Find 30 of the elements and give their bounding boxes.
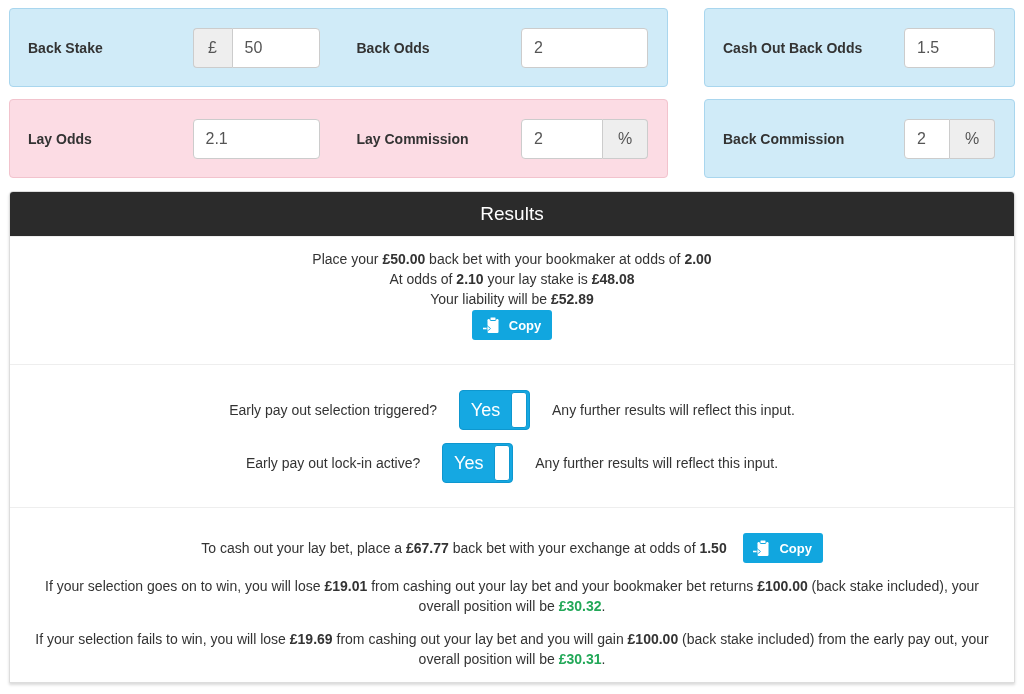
number-input[interactable]: 2 [521,118,603,159]
field-label: Back Odds [356,39,431,56]
toggle-note: Any further results will reflect this input. [535,455,779,471]
field-label: Lay Commission [356,130,470,147]
number-input[interactable]: 50 [231,27,320,68]
field-label: Back Stake [28,39,104,56]
result-text: If your selection fails to win, you will lose £19.69 from cashing out your lay bet and you will gain £100.00 (back stake included) from the early pay out, your overall position will be £30.31. [34,630,990,669]
number-input[interactable]: 1.5 [904,27,995,68]
field-label: Cash Out Back Odds [723,39,864,56]
field-label: Lay Odds [28,130,93,147]
toggle-note: Any further results will reflect this input. [552,402,795,418]
number-input[interactable]: 2 [521,27,648,68]
toggle-label: Early pay out lock-in active? [245,455,421,471]
number-input[interactable]: 2.1 [192,118,320,159]
field-label: Back Commission [723,130,846,147]
result-text: Place your £50.00 back bet with your bookmaker at odds of 2.00 [311,250,713,269]
percent-addon: % [950,118,995,159]
switch-handle[interactable] [494,445,511,481]
clipboard-icon [482,317,499,333]
result-text: At odds of 2.10 your lay stake is £48.08 [388,270,636,289]
result-text: If your selection goes on to win, you will lose £19.01 from cashing out your lay bet and your bookmaker bet returns £100.00 (back stake included), your overall position will be £30.32. [44,577,980,616]
toggle-label: Early pay out selection triggered? [229,402,437,418]
number-input[interactable]: 2 [904,118,950,159]
result-text: Your liability will be £52.89 [429,290,595,309]
switch-handle[interactable] [511,392,527,428]
currency-addon: £ [192,27,232,68]
result-text: To cash out your lay bet, place a £67.77 back bet with your exchange at odds of 1.50 [201,540,727,556]
clipboard-icon [753,540,770,556]
results-title: Results [480,203,544,225]
percent-addon: % [603,118,648,159]
